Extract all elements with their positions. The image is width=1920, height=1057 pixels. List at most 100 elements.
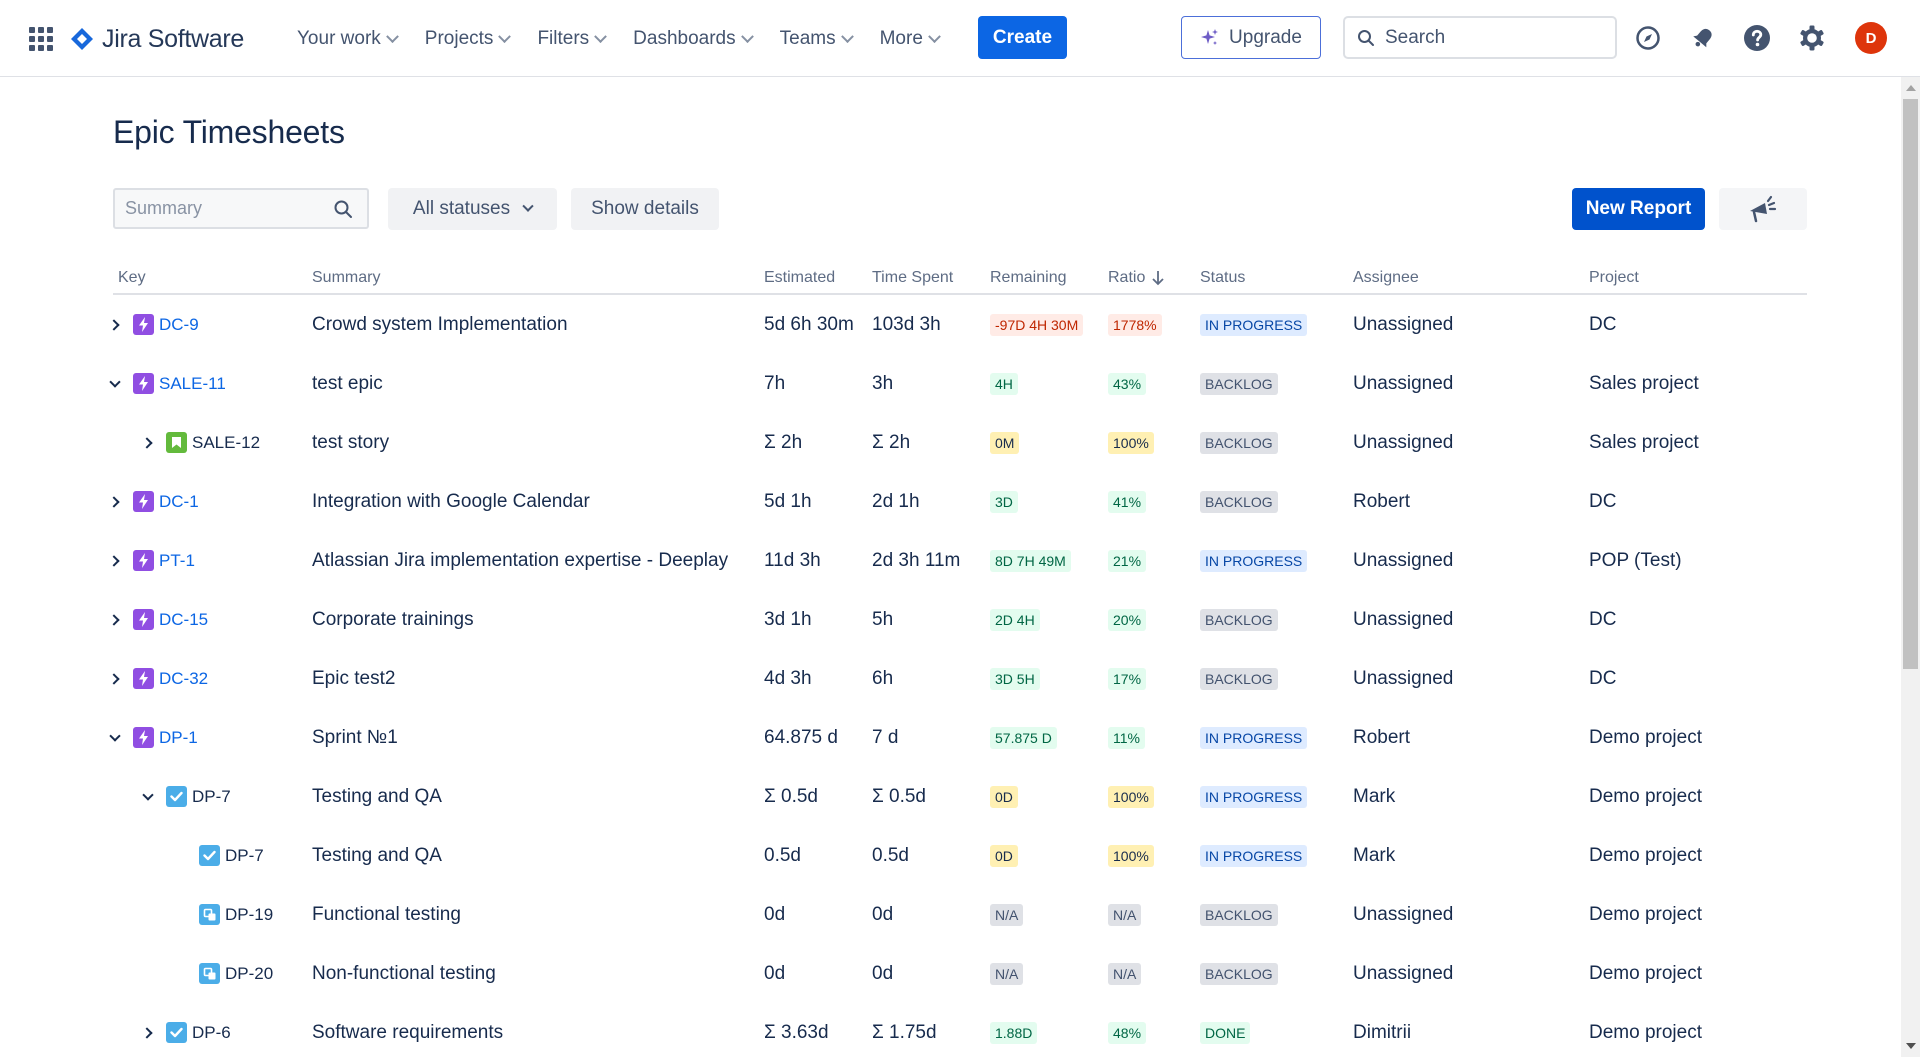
page-scrollbar[interactable] xyxy=(1901,77,1920,1057)
summary-text: Epic test2 xyxy=(312,667,396,689)
issue-key-link[interactable]: DP-1 xyxy=(159,728,198,748)
jira-logo[interactable]: Jira Software xyxy=(70,22,244,56)
issue-key-link[interactable]: SALE-12 xyxy=(192,433,260,453)
chevron-right-icon[interactable] xyxy=(105,492,125,512)
project-name: DC xyxy=(1589,608,1617,630)
issue-key-link[interactable]: DC-15 xyxy=(159,610,208,630)
chevron-right-icon[interactable] xyxy=(105,551,125,571)
nav-your-work[interactable]: Your work xyxy=(297,28,399,50)
chevron-right-icon[interactable] xyxy=(105,610,125,630)
column-header-remaining[interactable]: Remaining xyxy=(990,269,1066,287)
summary-filter-input[interactable] xyxy=(125,198,325,219)
project-cell: DC xyxy=(1589,295,1616,354)
task-type-icon xyxy=(166,1022,187,1043)
nav-projects[interactable]: Projects xyxy=(425,28,512,50)
nav-dashboards[interactable]: Dashboards xyxy=(633,28,754,50)
issue-key-link[interactable]: DP-7 xyxy=(225,846,264,866)
epic-type-icon xyxy=(133,550,154,571)
assignee-cell: Unassigned xyxy=(1353,413,1453,472)
status-cell: BACKLOG xyxy=(1200,649,1278,708)
nav-filters[interactable]: Filters xyxy=(537,28,608,50)
remaining-badge: 3D 5H xyxy=(990,667,1040,690)
status-filter-dropdown[interactable]: All statuses xyxy=(388,188,557,230)
project-cell: DC xyxy=(1589,649,1616,708)
upgrade-button[interactable]: Upgrade xyxy=(1181,16,1321,59)
column-header-key[interactable]: Key xyxy=(118,269,146,287)
column-header-status[interactable]: Status xyxy=(1200,269,1245,287)
project-cell: Demo project xyxy=(1589,885,1702,944)
scrollbar-thumb[interactable] xyxy=(1903,99,1918,669)
issue-key-link[interactable]: PT-1 xyxy=(159,551,195,571)
summary-cell: Testing and QA xyxy=(312,767,442,826)
show-details-button[interactable]: Show details xyxy=(571,188,719,230)
remaining-badge: 1.88D xyxy=(990,1021,1038,1044)
summary-text: Testing and QA xyxy=(312,844,442,866)
issue-key-link[interactable]: DP-7 xyxy=(192,787,231,807)
chevron-down-icon[interactable] xyxy=(105,728,125,748)
notifications-icon[interactable] xyxy=(1689,24,1717,52)
app-switcher-icon[interactable] xyxy=(29,27,53,51)
nav-teams[interactable]: Teams xyxy=(780,28,854,50)
issue-key-link[interactable]: DP-19 xyxy=(225,905,273,925)
assignee-cell: Unassigned xyxy=(1353,590,1453,649)
scroll-down-arrow-icon[interactable] xyxy=(1906,1043,1916,1049)
create-button[interactable]: Create xyxy=(978,16,1067,59)
issue-key-link[interactable]: DC-32 xyxy=(159,669,208,689)
chevron-right-icon[interactable] xyxy=(105,669,125,689)
estimated-value: 4d 3h xyxy=(764,667,812,689)
status-cell: IN PROGRESS xyxy=(1200,826,1308,885)
remaining-badge: -97D 4H 30M xyxy=(990,313,1084,336)
search-placeholder: Search xyxy=(1385,26,1446,48)
chevron-right-icon[interactable] xyxy=(138,433,158,453)
status-badge: DONE xyxy=(1200,1021,1251,1044)
ratio-badge: 48% xyxy=(1108,1021,1147,1044)
ratio-cell: 48% xyxy=(1108,1003,1147,1057)
table-row: DP-6 Software requirements Σ 3.63d Σ 1.7… xyxy=(113,1003,1807,1057)
compass-icon[interactable] xyxy=(1634,24,1662,52)
table-body: DC-9 Crowd system Implementation 5d 6h 3… xyxy=(107,295,1807,1057)
chevron-right-icon[interactable] xyxy=(138,1023,158,1043)
help-icon[interactable] xyxy=(1743,24,1771,52)
column-header-assignee[interactable]: Assignee xyxy=(1353,269,1419,287)
chevron-down-icon xyxy=(594,29,608,43)
chevron-right-icon[interactable] xyxy=(105,315,125,335)
assignee-name: Unassigned xyxy=(1353,431,1454,453)
assignee-cell: Unassigned xyxy=(1353,885,1453,944)
issue-key-link[interactable]: DC-9 xyxy=(159,315,199,335)
column-header-time-spent[interactable]: Time Spent xyxy=(872,269,953,287)
settings-icon[interactable] xyxy=(1798,24,1826,52)
user-avatar[interactable]: D xyxy=(1855,22,1887,54)
nav-more[interactable]: More xyxy=(880,28,941,50)
issue-key-link[interactable]: DP-20 xyxy=(225,964,273,984)
ratio-badge: 21% xyxy=(1108,549,1147,572)
project-cell: Demo project xyxy=(1589,767,1702,826)
estimated-value: 0d xyxy=(764,962,786,984)
status-cell: BACKLOG xyxy=(1200,354,1278,413)
scroll-up-arrow-icon[interactable] xyxy=(1906,85,1916,91)
issue-key-link[interactable]: DP-6 xyxy=(192,1023,231,1043)
estimated-cell: 7h xyxy=(764,354,785,413)
new-report-button[interactable]: New Report xyxy=(1572,188,1705,230)
chevron-down-icon xyxy=(385,29,399,43)
column-header-ratio[interactable]: Ratio xyxy=(1108,269,1165,287)
chevron-down-icon[interactable] xyxy=(105,374,125,394)
sort-descending-icon xyxy=(1152,271,1164,286)
time-spent-value: 0.5d xyxy=(872,844,909,866)
column-header-project[interactable]: Project xyxy=(1589,269,1639,287)
issue-key-link[interactable]: DC-1 xyxy=(159,492,199,512)
chevron-down-icon[interactable] xyxy=(138,787,158,807)
summary-cell: Atlassian Jira implementation expertise … xyxy=(312,531,728,590)
table-row: DP-7 Testing and QA 0.5d 0.5d 0D 100% IN… xyxy=(113,826,1807,885)
column-header-estimated[interactable]: Estimated xyxy=(764,269,835,287)
estimated-cell: Σ 0.5d xyxy=(764,767,818,826)
assignee-name: Unassigned xyxy=(1353,549,1454,571)
summary-filter-field[interactable] xyxy=(113,188,369,229)
key-cell: DC-32 xyxy=(105,649,208,708)
time-spent-value: 2d 3h 11m xyxy=(872,549,961,571)
status-badge: IN PROGRESS xyxy=(1200,785,1308,808)
project-cell: DC xyxy=(1589,590,1616,649)
issue-key-link[interactable]: SALE-11 xyxy=(159,374,226,394)
global-search-input[interactable]: Search xyxy=(1343,16,1617,59)
column-header-summary[interactable]: Summary xyxy=(312,269,380,287)
announcements-button[interactable] xyxy=(1719,188,1807,230)
